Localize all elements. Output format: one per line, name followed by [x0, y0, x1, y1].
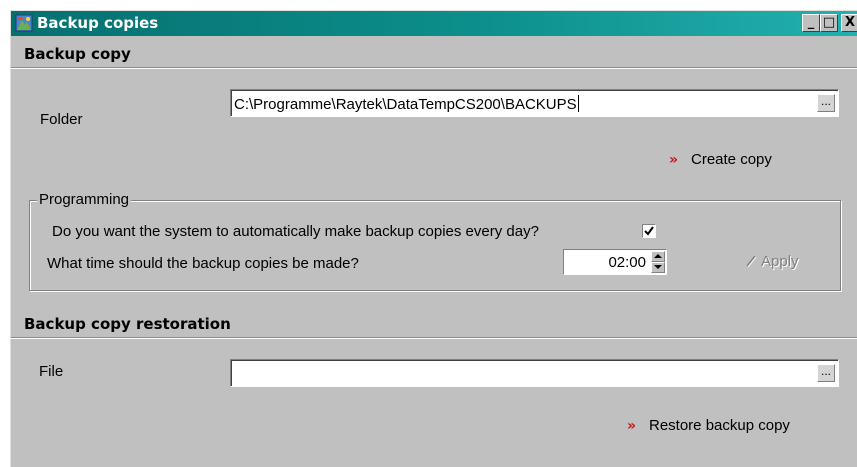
chevron-down-icon [654, 265, 662, 269]
programming-group-title: Programming [37, 191, 132, 208]
folder-label: Folder [40, 111, 83, 128]
folder-field-value: C:\Programme\Raytek\DataTempCS200\BACKUP… [234, 95, 579, 113]
backup-copy-section-header: Backup copy [11, 42, 857, 68]
text-caret [577, 95, 579, 112]
checkmark-icon [644, 226, 654, 236]
file-field[interactable]: ... [230, 359, 839, 387]
chevron-up-icon [654, 254, 662, 258]
title-bar[interactable]: Backup copies _ □ X [11, 11, 857, 36]
maximize-button[interactable]: □ [820, 14, 838, 32]
create-copy-button[interactable]: » Create copy [669, 151, 772, 168]
apply-label: Apply [761, 253, 799, 270]
section-title: Backup copy [24, 45, 131, 63]
arrow-right-icon: » [627, 418, 637, 434]
window-title: Backup copies [37, 14, 159, 32]
close-button[interactable]: X [841, 14, 857, 32]
section-title: Backup copy restoration [24, 315, 231, 333]
auto-backup-checkbox[interactable] [642, 224, 656, 238]
spin-down-button[interactable] [651, 262, 665, 273]
backup-time-spinner[interactable]: 02:00 [563, 249, 667, 275]
maximize-icon: □ [822, 15, 836, 30]
auto-backup-question: Do you want the system to automatically … [52, 223, 539, 240]
programming-group [29, 200, 841, 291]
backup-time-value: 02:00 [608, 254, 646, 271]
create-copy-label: Create copy [691, 151, 772, 168]
restore-backup-copy-button[interactable]: » Restore backup copy [627, 417, 790, 434]
backup-time-question: What time should the backup copies be ma… [47, 255, 359, 272]
folder-field[interactable]: C:\Programme\Raytek\DataTempCS200\BACKUP… [230, 89, 839, 117]
minimize-icon: _ [807, 15, 815, 30]
app-icon [15, 14, 33, 32]
check-icon [746, 255, 757, 268]
arrow-right-icon: » [669, 152, 679, 168]
restoration-section-header: Backup copy restoration [11, 312, 857, 338]
restore-backup-copy-label: Restore backup copy [649, 417, 790, 434]
apply-button[interactable]: Apply [745, 253, 799, 270]
spin-up-button[interactable] [651, 251, 665, 262]
minimize-button[interactable]: _ [802, 14, 820, 32]
file-browse-button[interactable]: ... [817, 364, 835, 382]
backup-copies-window: Backup copies _ □ X Backup copy Folder C… [10, 10, 857, 467]
file-label: File [39, 363, 64, 380]
close-icon: X [844, 15, 856, 30]
folder-browse-button[interactable]: ... [817, 94, 835, 112]
